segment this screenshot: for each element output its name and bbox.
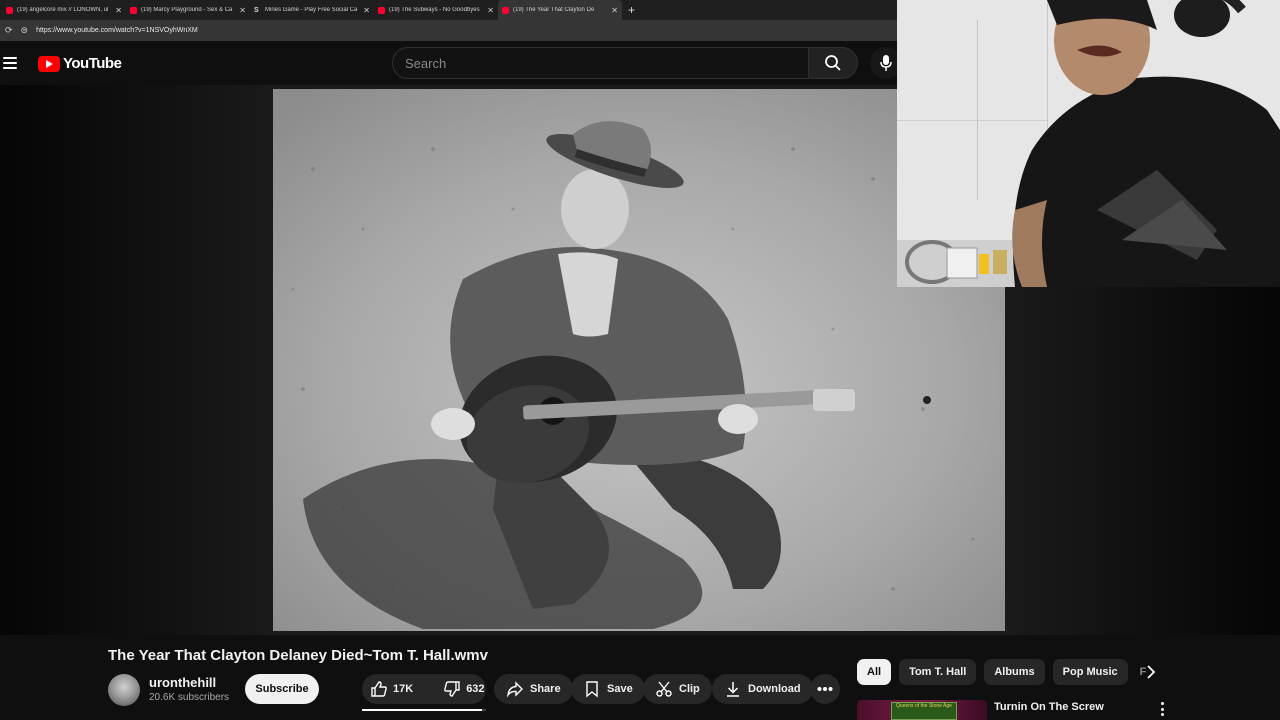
more-actions-button[interactable]: [810, 674, 840, 704]
chip-all[interactable]: All: [857, 659, 892, 685]
chevron-right-icon: [1147, 665, 1156, 679]
dislike-count: 632: [466, 683, 485, 695]
more-horizontal-icon: [817, 687, 833, 691]
tab-title: (19) The Year That Clayton De: [513, 7, 595, 13]
close-tab-icon[interactable]: ✕: [115, 6, 122, 15]
reload-icon[interactable]: ⟳: [5, 25, 13, 36]
chip-pop-music[interactable]: Pop Music: [1052, 659, 1128, 685]
hamburger-menu-icon[interactable]: [3, 57, 17, 69]
youtube-play-logo-icon: [38, 55, 60, 72]
browser-tab-3[interactable]: S Mines Game - Play Free Social Ca ✕: [250, 0, 374, 20]
chip-tom-t-hall[interactable]: Tom T. Hall: [899, 659, 977, 685]
channel-avatar[interactable]: [108, 674, 140, 706]
close-tab-icon[interactable]: ✕: [363, 6, 370, 15]
bookmark-icon: [586, 681, 598, 698]
download-label: Download: [748, 683, 801, 695]
webcam-overlay: [897, 0, 1280, 287]
like-count: 17K: [393, 683, 414, 695]
video-info-section: The Year That Clayton Delaney Died~Tom T…: [0, 635, 1280, 720]
save-button[interactable]: Save: [571, 674, 645, 704]
recommendation-title[interactable]: Turnin On The Screw: [994, 701, 1104, 713]
screen: (19) angelcore mix // LONOWN, ul ✕ (19) …: [0, 0, 1280, 720]
thumbs-down-icon: [444, 681, 460, 697]
subscriber-count: 20.6K subscribers: [149, 692, 230, 703]
video-frame[interactable]: [273, 89, 1005, 631]
dislike-button[interactable]: 632: [435, 674, 494, 704]
thumbs-up-icon: [371, 681, 387, 697]
youtube-logo[interactable]: YouTube: [38, 55, 122, 72]
tab-title: Mines Game - Play Free Social Ca: [265, 7, 358, 13]
download-button[interactable]: Download: [712, 674, 813, 704]
logo-text: YouTube: [63, 55, 122, 72]
browser-tab-5-active[interactable]: (19) The Year That Clayton De ✕: [498, 0, 622, 20]
like-dislike-group: 17K 632: [362, 674, 486, 704]
youtube-favicon-icon: [130, 6, 137, 14]
thumbnail-album-art: Queens of the Stone Age: [891, 702, 957, 720]
close-tab-icon[interactable]: ✕: [611, 6, 618, 15]
browser-tab-1[interactable]: (19) angelcore mix // LONOWN, ul ✕: [2, 0, 126, 20]
youtube-favicon-icon: [378, 6, 385, 14]
video-still-musician-with-guitar: [273, 89, 1005, 631]
chips-next-button[interactable]: [1140, 661, 1162, 683]
clip-label: Clip: [679, 683, 700, 695]
address-bar: ⟳ ⊜ https://www.youtube.com/watch?v=1NSV…: [0, 20, 897, 41]
close-tab-icon[interactable]: ✕: [239, 6, 246, 15]
close-tab-icon[interactable]: ✕: [487, 6, 494, 15]
search-box: [392, 47, 809, 79]
share-button[interactable]: Share: [494, 674, 573, 704]
clip-button[interactable]: Clip: [643, 674, 712, 704]
more-vertical-icon[interactable]: [1158, 702, 1166, 716]
search-input[interactable]: [405, 55, 808, 71]
microphone-icon: [880, 55, 892, 71]
browser-tab-4[interactable]: (19) The Subways - No Goodbyes ✕: [374, 0, 498, 20]
subscribe-button[interactable]: Subscribe: [245, 674, 319, 704]
site-info-icon[interactable]: ⊜: [21, 25, 29, 36]
new-tab-icon[interactable]: +: [622, 3, 641, 17]
tab-title: (19) angelcore mix // LONOWN, ul: [17, 7, 109, 13]
recommendation-filter-chips: All Tom T. Hall Albums Pop Music F: [857, 659, 1150, 685]
like-button[interactable]: 17K: [362, 674, 423, 704]
tab-title: (19) The Subways - No Goodbyes: [389, 7, 480, 13]
recommendation-thumbnail[interactable]: Queens of the Stone Age: [857, 700, 987, 720]
youtube-favicon-icon: [6, 6, 13, 14]
share-label: Share: [530, 683, 561, 695]
search-icon: [825, 55, 841, 71]
chip-albums[interactable]: Albums: [984, 659, 1045, 685]
browser-tab-2[interactable]: (19) Marcy Playground - Sex & Ca ✕: [126, 0, 250, 20]
youtube-header: YouTube: [0, 41, 902, 85]
download-icon: [727, 682, 739, 697]
scissors-icon: [656, 681, 672, 697]
search-button[interactable]: [808, 47, 858, 79]
url-text[interactable]: https://www.youtube.com/watch?v=1NSVOyhW…: [36, 27, 198, 34]
channel-name[interactable]: uronthehill: [149, 675, 216, 690]
share-arrow-icon: [506, 681, 523, 698]
save-label: Save: [607, 683, 633, 695]
webcam-streamer-image: [897, 0, 1280, 287]
like-ratio-fill: [362, 709, 482, 711]
stake-favicon-icon: S: [254, 6, 259, 14]
browser-tab-strip: (19) angelcore mix // LONOWN, ul ✕ (19) …: [0, 0, 897, 20]
like-ratio-bar: [362, 709, 486, 711]
video-title: The Year That Clayton Delaney Died~Tom T…: [108, 647, 488, 664]
tab-title: (19) Marcy Playground - Sex & Ca: [141, 7, 233, 13]
youtube-favicon-icon: [502, 6, 509, 14]
